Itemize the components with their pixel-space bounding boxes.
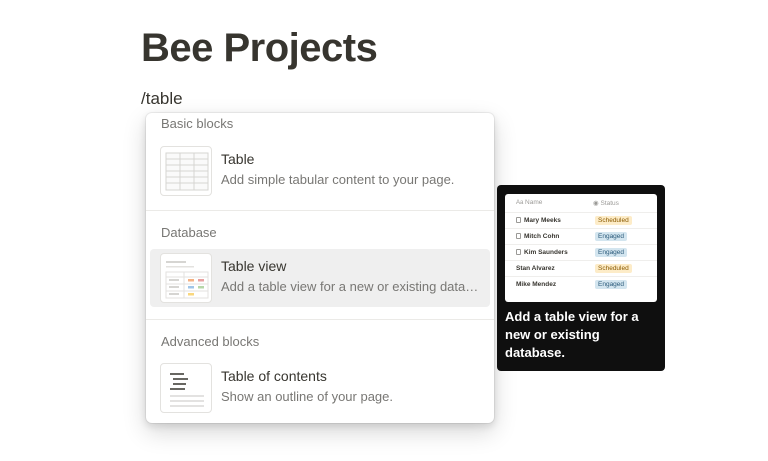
section-divider bbox=[146, 319, 494, 320]
menu-item-title: Table of contents bbox=[221, 368, 327, 384]
page-title[interactable]: Bee Projects bbox=[141, 26, 378, 71]
section-header-database: Database bbox=[161, 225, 217, 240]
preview-row-name: Mitch Cohn bbox=[516, 233, 559, 240]
preview-column-name: Aa Name bbox=[516, 199, 543, 206]
section-header-basic-blocks: Basic blocks bbox=[161, 116, 234, 131]
status-badge: Engaged bbox=[595, 280, 628, 289]
preview-table-row: Stan Alvarez Scheduled bbox=[505, 260, 657, 276]
section-header-advanced-blocks: Advanced blocks bbox=[161, 334, 260, 349]
page-icon bbox=[516, 249, 521, 255]
preview-table: Aa Name ◉ Status Mary Meeks Scheduled Mitc… bbox=[505, 194, 657, 302]
preview-table-row: Mike Mendez Engaged bbox=[505, 276, 657, 292]
preview-table-row: Mitch Cohn Engaged bbox=[505, 228, 657, 244]
table-view-thumbnail bbox=[160, 253, 212, 303]
preview-column-status: ◉ Status bbox=[593, 200, 619, 207]
menu-item-title: Table bbox=[221, 151, 255, 167]
menu-item-table-of-contents[interactable]: Table of contents Show an outline of you… bbox=[150, 359, 490, 417]
status-badge: Scheduled bbox=[595, 264, 632, 273]
text-property-icon: Aa bbox=[516, 200, 526, 206]
table-of-contents-thumbnail bbox=[160, 363, 212, 413]
preview-description: Add a table view for a new or existing d… bbox=[505, 309, 639, 360]
table-view-preview-tooltip: Aa Name ◉ Status Mary Meeks Scheduled Mitc… bbox=[497, 185, 665, 371]
page-icon bbox=[516, 233, 521, 239]
slash-command-menu: Basic blocks Table Add simple tabular co… bbox=[146, 113, 494, 423]
slash-command-text[interactable]: /table bbox=[141, 89, 183, 109]
preview-table-row: Kim Saunders Engaged bbox=[505, 244, 657, 260]
status-badge: Scheduled bbox=[595, 216, 632, 225]
table-block-thumbnail bbox=[160, 146, 212, 196]
status-badge: Engaged bbox=[595, 232, 628, 241]
menu-item-description: Add a table view for a new or existing d… bbox=[221, 279, 483, 294]
menu-item-title: Table view bbox=[221, 258, 287, 274]
preview-row-name: Stan Alvarez bbox=[516, 265, 555, 272]
section-divider bbox=[146, 210, 494, 211]
preview-row-name: Mary Meeks bbox=[516, 217, 561, 224]
status-badge: Engaged bbox=[595, 248, 628, 257]
page-icon bbox=[516, 217, 521, 223]
preview-row-name: Kim Saunders bbox=[516, 249, 568, 256]
menu-item-table-view[interactable]: Table view Add a table view for a new or… bbox=[150, 249, 490, 307]
menu-item-description: Add simple tabular content to your page. bbox=[221, 172, 455, 187]
preview-table-row: Mary Meeks Scheduled bbox=[505, 212, 657, 228]
menu-item-description: Show an outline of your page. bbox=[221, 389, 394, 404]
menu-item-table[interactable]: Table Add simple tabular content to your… bbox=[150, 142, 490, 200]
preview-row-name: Mike Mendez bbox=[516, 281, 557, 288]
